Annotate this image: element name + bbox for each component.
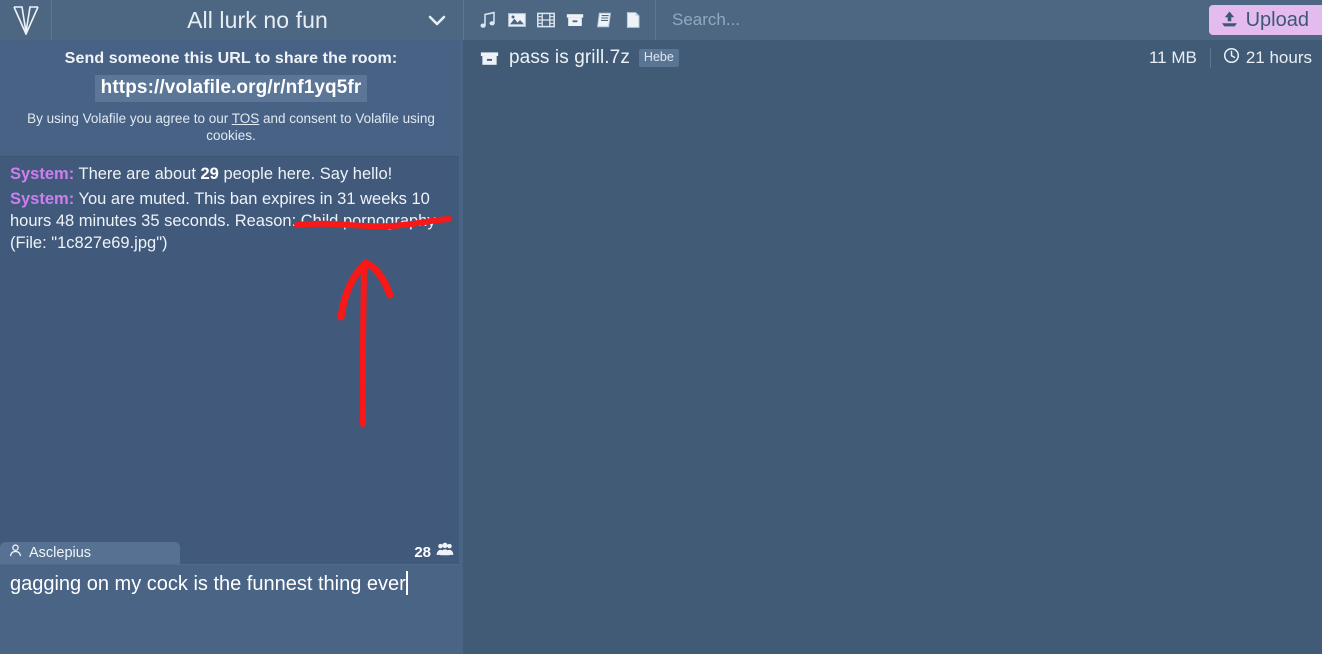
user-tab-label: Asclepius: [29, 545, 92, 561]
top-bar: All lurk no fun Search... Upload: [0, 0, 1322, 40]
image-icon[interactable]: [507, 10, 527, 30]
file-type-filters: [464, 0, 656, 40]
message-text: There are about 29 people here. Say hell…: [78, 165, 393, 183]
chat-bottom: Asclepius 28 gagging on my cock is the f…: [0, 542, 462, 654]
room-title: All lurk no fun: [187, 6, 328, 33]
file-name[interactable]: pass is grill.7z: [509, 47, 630, 69]
file-meta: 11 MB 21 hours: [1149, 47, 1312, 69]
file-size: 11 MB: [1149, 48, 1211, 68]
user-icon: [8, 543, 23, 563]
tos-link[interactable]: TOS: [232, 111, 260, 126]
share-heading: Send someone this URL to share the room:: [64, 50, 398, 67]
user-count[interactable]: 28: [414, 542, 454, 562]
message-nick[interactable]: System:: [10, 190, 74, 208]
volafile-v-logo: [12, 5, 40, 35]
upload-button[interactable]: Upload: [1208, 5, 1322, 35]
share-url[interactable]: https://volafile.org/r/nf1yq5fr: [94, 75, 368, 102]
archive-icon[interactable]: [565, 10, 585, 30]
chat-message: System: You are muted. This ban expires …: [10, 188, 454, 254]
file-list-panel: pass is grill.7z Hebe 11 MB 21 hours: [463, 40, 1322, 654]
message-nick[interactable]: System:: [10, 165, 74, 183]
book-icon[interactable]: [594, 10, 614, 30]
chat-message: System: There are about 29 people here. …: [10, 163, 454, 185]
search-input[interactable]: [672, 10, 1092, 30]
chat-panel: Send someone this URL to share the room:…: [0, 40, 462, 654]
clock-icon: [1223, 47, 1240, 69]
file-uploader-badge[interactable]: Hebe: [638, 49, 679, 67]
upload-button-label: Upload: [1245, 8, 1309, 31]
message-input-area[interactable]: gagging on my cock is the funnest thing …: [0, 564, 462, 654]
logo-cell[interactable]: [0, 0, 52, 40]
file-time-left: 21 hours: [1211, 47, 1312, 69]
archive-icon: [472, 48, 506, 69]
video-icon[interactable]: [536, 10, 556, 30]
share-url-wrap[interactable]: https://volafile.org/r/nf1yq5fr: [12, 75, 450, 102]
text-caret: [405, 571, 408, 595]
tos-notice: By using Volafile you agree to our TOS a…: [12, 110, 450, 144]
people-group-icon: [436, 542, 454, 562]
tos-prefix: By using Volafile you agree to our: [27, 111, 232, 126]
volafile-app: All lurk no fun Search... Upload Send so…: [0, 0, 1322, 654]
share-room-box: Send someone this URL to share the room:…: [0, 40, 462, 157]
upload-icon: [1220, 10, 1239, 31]
user-count-value: 28: [414, 543, 431, 561]
music-icon[interactable]: [478, 10, 498, 30]
message-input[interactable]: gagging on my cock is the funnest thing …: [10, 571, 406, 597]
room-selector[interactable]: All lurk no fun: [52, 0, 464, 40]
file-row[interactable]: pass is grill.7z Hebe 11 MB 21 hours: [463, 40, 1322, 76]
file-time-left-value: 21 hours: [1245, 48, 1312, 67]
chevron-down-icon[interactable]: [427, 0, 447, 40]
message-list[interactable]: System: There are about 29 people here. …: [0, 157, 462, 542]
message-text: You are muted. This ban expires in 31 we…: [10, 190, 436, 252]
user-tab-asclepius[interactable]: Asclepius: [0, 542, 180, 564]
document-icon[interactable]: [623, 10, 643, 30]
user-tab-row: Asclepius 28: [0, 542, 462, 564]
